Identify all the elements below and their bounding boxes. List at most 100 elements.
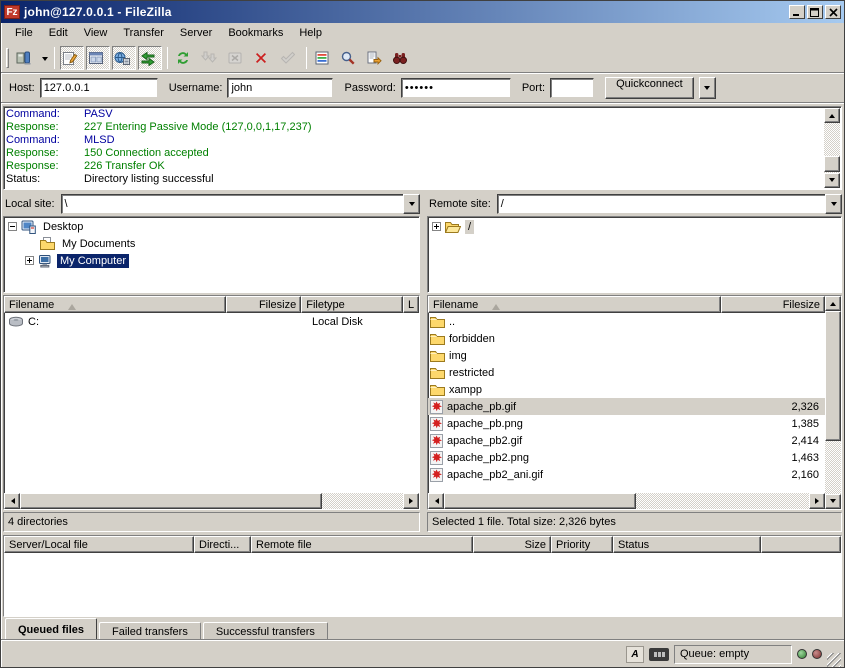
tab-failed-transfers[interactable]: Failed transfers [99, 622, 201, 640]
file-row[interactable]: forbidden [428, 330, 825, 347]
compare-directories-button[interactable] [364, 46, 388, 70]
maximize-button[interactable] [807, 5, 823, 19]
toggle-transfer-queue-button[interactable] [138, 46, 162, 70]
toolbar-grip[interactable] [6, 48, 9, 68]
tree-item[interactable]: My Documents [4, 235, 419, 252]
filter-button[interactable] [312, 46, 336, 70]
scroll-left-button[interactable] [4, 493, 20, 509]
column-header-server-local-file[interactable]: Server/Local file [4, 536, 194, 553]
scroll-up-button[interactable] [824, 108, 840, 123]
file-row[interactable]: xampp [428, 381, 825, 398]
remote-site-combo[interactable]: / [497, 194, 842, 214]
file-row[interactable]: restricted [428, 364, 825, 381]
column-header-size[interactable]: Size [473, 536, 551, 553]
column-header-filename[interactable]: Filename [428, 296, 721, 313]
toggle-remote-tree-button[interactable] [112, 46, 136, 70]
menu-edit[interactable]: Edit [41, 25, 76, 41]
tree-item[interactable]: My Computer [4, 252, 419, 269]
site-manager-button[interactable] [14, 46, 38, 70]
scroll-right-button[interactable] [809, 493, 825, 509]
username-input[interactable]: john [227, 78, 333, 98]
scroll-thumb[interactable] [824, 156, 840, 172]
toggle-message-log-button[interactable] [60, 46, 84, 70]
site-manager-dropdown-arrow-icon[interactable] [42, 57, 48, 64]
file-row[interactable]: C:Local Disk [4, 313, 419, 330]
scroll-up-button[interactable] [825, 296, 841, 311]
arrow-up-icon [830, 299, 836, 306]
column-header-remote-file[interactable]: Remote file [251, 536, 473, 553]
host-input[interactable]: 127.0.0.1 [40, 78, 158, 98]
column-header-l[interactable]: L [403, 296, 419, 313]
menu-transfer[interactable]: Transfer [115, 25, 172, 41]
apply-button[interactable] [277, 46, 301, 70]
file-row[interactable]: apache_pb2.gif2,414 [428, 432, 825, 449]
tab-successful-transfers[interactable]: Successful transfers [203, 622, 328, 640]
file-row[interactable]: apache_pb2_ani.gif2,160 [428, 466, 825, 483]
remote-site-dropdown-button[interactable] [825, 194, 842, 214]
expand-plus-icon[interactable] [432, 222, 441, 231]
remote-site-value[interactable]: / [497, 194, 825, 214]
local-site-dropdown-button[interactable] [403, 194, 420, 214]
file-name: apache_pb2.gif [447, 435, 522, 447]
refresh-button[interactable] [173, 46, 197, 70]
cancel-operation-button[interactable] [225, 46, 249, 70]
log-line-text: 150 Connection accepted [84, 147, 209, 160]
quickconnect-button[interactable]: Quickconnect [605, 77, 694, 99]
file-row[interactable]: img [428, 347, 825, 364]
scroll-down-button[interactable] [825, 494, 841, 509]
speed-limit-indicator-icon[interactable] [649, 648, 669, 661]
scroll-thumb[interactable] [825, 311, 841, 441]
process-queue-button[interactable] [199, 46, 223, 70]
menu-bookmarks[interactable]: Bookmarks [220, 25, 291, 41]
resize-grip[interactable] [827, 653, 841, 667]
local-site-value[interactable]: \ [61, 194, 403, 214]
expand-plus-icon[interactable] [25, 256, 34, 265]
scroll-thumb[interactable] [444, 493, 636, 509]
find-button[interactable] [338, 46, 362, 70]
file-row[interactable]: apache_pb.gif2,326 [428, 398, 825, 415]
column-header-filetype[interactable]: Filetype [301, 296, 403, 313]
column-header-status[interactable]: Status [613, 536, 761, 553]
delete-button[interactable] [251, 46, 275, 70]
column-header-directi-[interactable]: Directi... [194, 536, 251, 553]
message-log: Command:PASVResponse:227 Entering Passiv… [3, 106, 842, 190]
log-scrollbar[interactable] [824, 108, 840, 188]
scroll-right-button[interactable] [403, 493, 419, 509]
file-row[interactable]: .. [428, 313, 825, 330]
log-line-label: Status: [6, 173, 84, 186]
menu-help[interactable]: Help [291, 25, 330, 41]
synchronized-browsing-button[interactable] [390, 46, 414, 70]
column-header-filesize[interactable]: Filesize [721, 296, 825, 313]
local-site-combo[interactable]: \ [61, 194, 420, 214]
scroll-left-button[interactable] [428, 493, 444, 509]
remote-vertical-scrollbar[interactable] [825, 296, 841, 509]
file-row[interactable]: apache_pb2.png1,463 [428, 449, 825, 466]
close-button[interactable] [825, 5, 841, 19]
column-header-[interactable] [761, 536, 841, 553]
title-bar[interactable]: Fz john@127.0.0.1 - FileZilla [1, 1, 844, 23]
local-status-text: 4 directories [8, 516, 68, 528]
toggle-local-tree-button[interactable] [86, 46, 110, 70]
transfer-queue-body[interactable] [4, 553, 841, 616]
column-header-priority[interactable]: Priority [551, 536, 613, 553]
transfer-type-indicator-icon[interactable]: A [626, 646, 644, 663]
collapse-minus-icon[interactable] [8, 222, 17, 231]
menu-view[interactable]: View [76, 25, 116, 41]
password-input[interactable]: •••••• [401, 78, 511, 98]
minimize-button[interactable] [789, 5, 805, 19]
column-header-filename[interactable]: Filename [4, 296, 226, 313]
scroll-thumb[interactable] [20, 493, 322, 509]
toolbar-separator [167, 47, 168, 69]
menu-file[interactable]: File [7, 25, 41, 41]
local-horizontal-scrollbar[interactable] [4, 493, 419, 509]
tab-queued-files[interactable]: Queued files [5, 618, 97, 640]
remote-horizontal-scrollbar[interactable] [428, 493, 825, 509]
file-row[interactable]: apache_pb.png1,385 [428, 415, 825, 432]
port-input[interactable] [550, 78, 594, 98]
scroll-down-button[interactable] [824, 173, 840, 188]
tree-item[interactable]: Desktop [4, 218, 419, 235]
quickconnect-dropdown-button[interactable] [699, 77, 716, 99]
menu-server[interactable]: Server [172, 25, 220, 41]
column-header-filesize[interactable]: Filesize [226, 296, 301, 313]
tree-item[interactable]: / [428, 218, 841, 235]
